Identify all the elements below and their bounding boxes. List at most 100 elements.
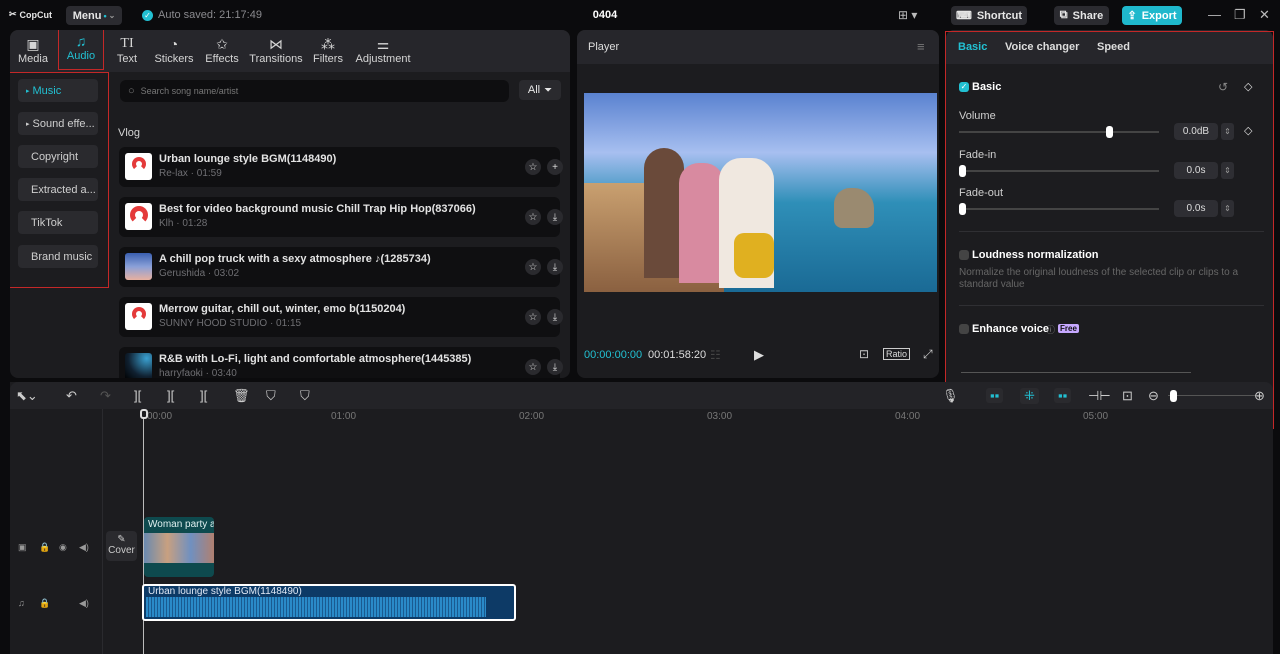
filter-icon: ⏷ [544, 84, 553, 96]
export-button[interactable]: ⇪ Export [1122, 6, 1182, 25]
fit-timeline-icon[interactable]: ⊡ [1122, 388, 1133, 404]
lock-icon[interactable]: 🔒 [39, 542, 50, 553]
lock-icon[interactable]: 🔒 [39, 598, 50, 609]
zoom-slider-handle[interactable] [1170, 390, 1177, 402]
category-music[interactable]: ▸ Music [18, 79, 98, 102]
tab-stickers[interactable]: ◔ Stickers [152, 32, 196, 70]
magnet-icon[interactable]: ▪▪ [986, 388, 1004, 403]
video-clip-label: Woman party a [148, 519, 214, 530]
category-tiktok[interactable]: TikTok [18, 211, 98, 234]
speaker-icon[interactable]: ◀) [79, 598, 89, 609]
tab-transitions[interactable]: ⋈ Transitions [248, 32, 304, 70]
ratio-button[interactable]: Ratio [883, 348, 911, 360]
microphone-icon[interactable]: 🎙 [942, 388, 959, 404]
player-title: Player [588, 41, 620, 53]
timeline-panel: ⬉⌄ ↶ ↷ ][ ][ ][ 🗑 ⛉ ⛉ 🎙 ▪▪ ⁜ ▪▪ ⊣⊢ ⊡ ⊖ ⊕… [10, 382, 1273, 654]
adjustment-icon: ⚌ [376, 36, 390, 52]
app-logo: ✂ CopCut [9, 9, 53, 20]
eye-icon[interactable]: ◉ [59, 542, 67, 553]
search-input[interactable]: ○ Search song name/artist [120, 80, 509, 102]
trim-right-icon[interactable]: ][ [200, 388, 207, 403]
shield-icon[interactable]: ⛉ [300, 388, 310, 404]
notification-dot: • [103, 10, 107, 21]
song-item[interactable]: Best for video background music Chill Tr… [119, 197, 563, 237]
link-icon[interactable]: ▪▪ [1054, 388, 1072, 403]
audio-waveform [146, 597, 486, 617]
stickers-icon: ◔ [169, 36, 179, 52]
grid-icon[interactable]: ☷ [710, 348, 721, 362]
download-icon[interactable]: ⤓ [547, 259, 563, 275]
split-icon[interactable]: ][ [134, 388, 141, 403]
song-item[interactable]: A chill pop truck with a sexy atmosphere… [119, 247, 563, 287]
tab-filters[interactable]: ⁂ Filters [310, 32, 346, 70]
audio-track-icon: ♫ [18, 598, 25, 608]
effects-icon: ✩ [216, 36, 228, 52]
fullscreen-icon[interactable]: ⤢ [923, 347, 933, 362]
tab-text[interactable]: TI Text [110, 32, 144, 70]
share-button[interactable]: ⧉ Share [1054, 6, 1109, 25]
video-clip[interactable]: Woman party a [144, 517, 214, 577]
cover-button[interactable]: ✎ Cover [106, 531, 137, 561]
menu-icon[interactable]: ≡ [917, 39, 925, 54]
song-thumbnail [125, 153, 152, 180]
filter-button[interactable]: All ⏷ [519, 80, 561, 100]
download-icon[interactable]: ⤓ [547, 209, 563, 225]
menu-button[interactable]: Menu • ⌄ [66, 6, 122, 25]
ruler-label: 03:00 [707, 411, 733, 422]
song-item[interactable]: Urban lounge style BGM(1148490) Re-lax ·… [119, 147, 563, 187]
section-label: Vlog [118, 127, 141, 139]
favorite-icon[interactable]: ☆ [525, 159, 541, 175]
song-thumbnail [125, 253, 152, 280]
undo-icon[interactable]: ↶ [66, 388, 77, 404]
player-header: Player ≡ [577, 30, 939, 64]
auto-snap-icon[interactable]: ⁜ [1020, 388, 1039, 404]
favorite-icon[interactable]: ☆ [525, 259, 541, 275]
playhead-handle[interactable] [140, 409, 148, 419]
add-icon[interactable]: + [547, 159, 563, 175]
video-preview[interactable] [584, 93, 937, 292]
tab-effects[interactable]: ✩ Effects [202, 32, 242, 70]
download-icon[interactable]: ⤓ [547, 359, 563, 375]
favorite-icon[interactable]: ☆ [525, 359, 541, 375]
zoom-fit-icon[interactable]: ⊡ [859, 347, 869, 361]
category-copyright[interactable]: Copyright [18, 145, 98, 168]
caret-right-icon: ▸ [26, 87, 30, 95]
preview-axis-icon[interactable]: ⊣⊢ [1088, 388, 1111, 404]
category-sound-effects[interactable]: ▸ Sound effe... [18, 112, 98, 135]
tab-adjustment[interactable]: ⚌ Adjustment [352, 32, 414, 70]
search-icon: ○ [128, 85, 135, 97]
favorite-icon[interactable]: ☆ [525, 309, 541, 325]
restore-icon[interactable]: ❐ [1234, 7, 1246, 23]
close-icon[interactable]: ✕ [1259, 7, 1270, 23]
category-extracted-audio[interactable]: Extracted a... [18, 178, 98, 201]
current-timecode: 00:00:00:00 [584, 349, 643, 361]
play-icon[interactable]: ▶ [754, 347, 764, 363]
redo-icon[interactable]: ↷ [100, 388, 111, 404]
mark-icon[interactable]: ⛉ [266, 388, 276, 404]
caret-right-icon: ▸ [26, 120, 30, 128]
delete-icon[interactable]: 🗑 [233, 388, 250, 404]
favorite-icon[interactable]: ☆ [525, 209, 541, 225]
tab-audio[interactable]: ♫ Audio [58, 30, 104, 70]
zoom-slider[interactable] [1168, 395, 1258, 396]
total-timecode: 00:01:58:20 [648, 349, 707, 361]
song-item[interactable]: Merrow guitar, chill out, winter, emo b(… [119, 297, 563, 337]
trim-left-icon[interactable]: ][ [167, 388, 174, 403]
select-tool-icon[interactable]: ⬉⌄ [16, 388, 38, 404]
minimize-icon[interactable]: — [1208, 7, 1221, 22]
zoom-in-icon[interactable]: ⊕ [1254, 388, 1265, 404]
download-icon[interactable]: ⤓ [547, 309, 563, 325]
media-panel: ▣ Media ♫ Audio TI Text ◔ Stickers ✩ Effects … [10, 30, 570, 378]
shortcut-button[interactable]: ⌨ Shortcut [951, 6, 1027, 25]
category-brand-music[interactable]: Brand music [18, 245, 98, 268]
audio-clip[interactable]: Urban lounge style BGM(1148490) [142, 584, 516, 621]
layout-icon[interactable]: ⊞ ▾ [898, 8, 917, 22]
keyboard-icon: ⌨ [955, 10, 972, 22]
audio-icon: ♫ [75, 33, 87, 49]
video-track-icon: ▣ [18, 542, 27, 552]
speaker-icon[interactable]: ◀) [79, 542, 89, 553]
tab-media[interactable]: ▣ Media [14, 32, 52, 70]
zoom-out-icon[interactable]: ⊖ [1148, 388, 1159, 404]
chevron-down-icon: ⌄ [108, 11, 116, 20]
song-item[interactable]: R&B with Lo-Fi, light and comfortable at… [119, 347, 563, 378]
